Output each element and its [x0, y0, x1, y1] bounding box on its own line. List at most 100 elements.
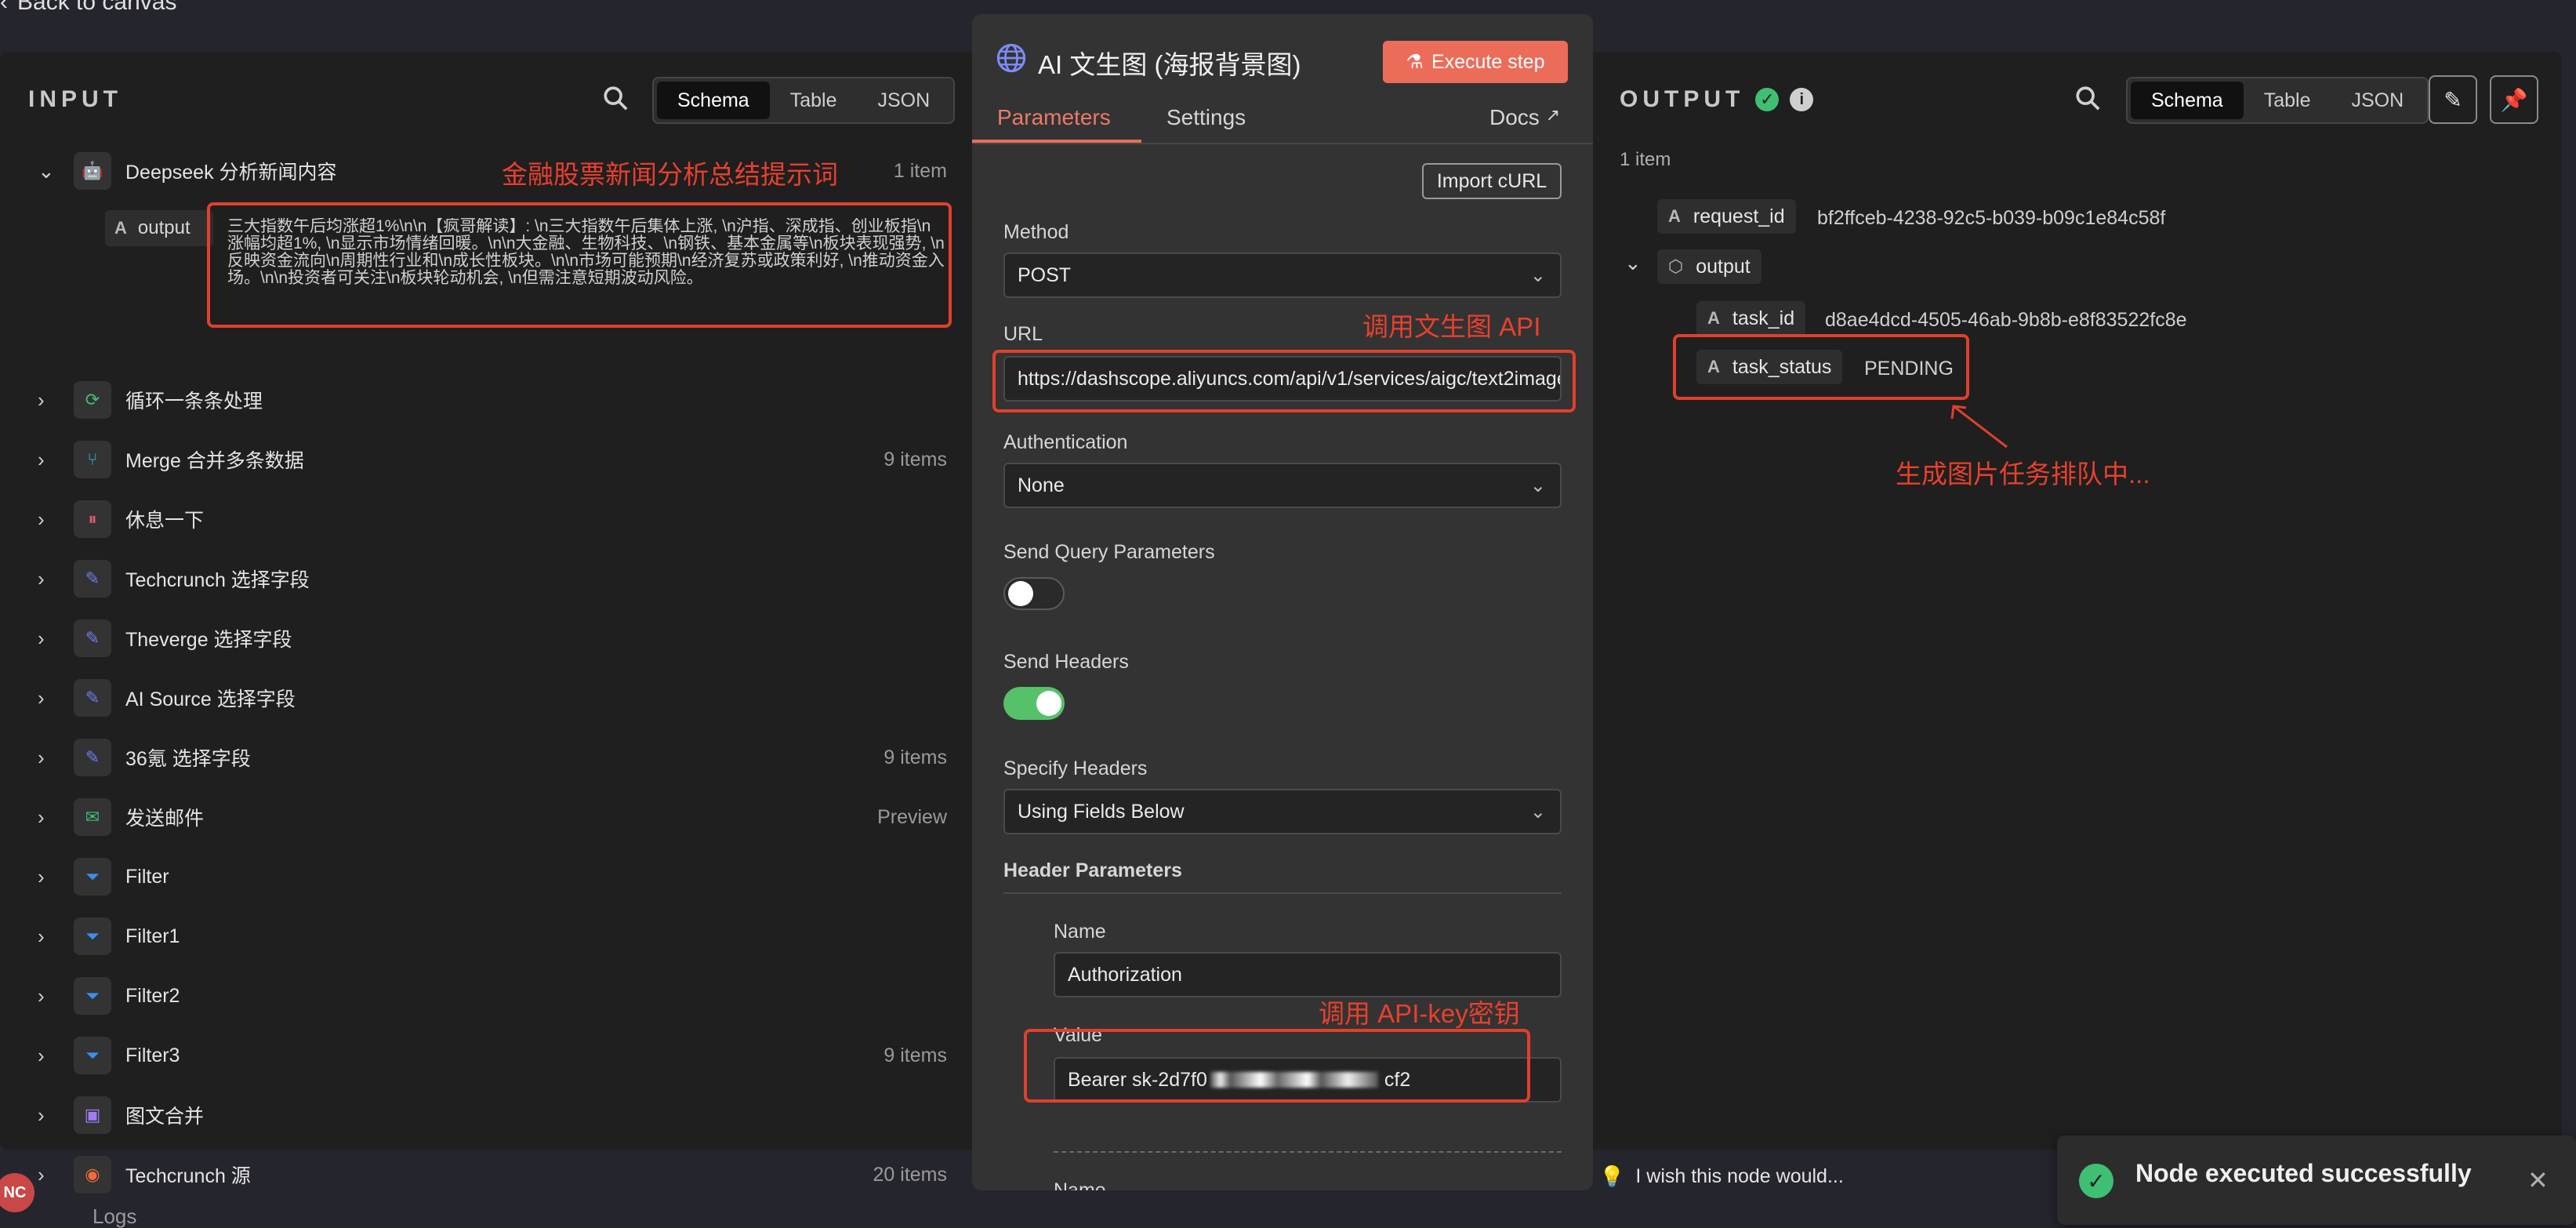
chevron-right-icon[interactable]: › [38, 805, 64, 830]
output-view-toggle: Schema Table JSON [2126, 77, 2429, 124]
task-id-value: d8ae4dcd-4505-46ab-9b8b-e8f83522fc8e [1825, 309, 2187, 331]
close-icon[interactable]: ✕ [2527, 1165, 2549, 1195]
method-select[interactable]: POST ⌄ [1003, 253, 1562, 298]
search-icon[interactable] [2074, 85, 2101, 111]
input-view-json[interactable]: JSON [857, 82, 950, 119]
logs-label[interactable]: Logs [93, 1204, 136, 1228]
chevron-right-icon[interactable]: › [38, 1103, 64, 1128]
arrow-left-icon: ‹ [0, 0, 8, 15]
annotation-api-note: 调用文生图 API [1362, 312, 1541, 341]
output-item-count: 1 item [1620, 149, 1671, 170]
node-label: 36氪 选择字段 [125, 748, 251, 770]
authentication-select[interactable]: None ⌄ [1003, 463, 1562, 508]
send-headers-label: Send Headers [1003, 651, 1129, 673]
input-view-schema[interactable]: Schema [657, 82, 770, 119]
input-node-item[interactable]: › ✎ Techcrunch 选择字段 [38, 555, 947, 602]
chevron-down-icon: ⌄ [1529, 801, 1546, 823]
key-chip-task-id[interactable]: A task_id [1696, 301, 1806, 336]
key-chip-output[interactable]: ⬡ output [1657, 249, 1761, 284]
key-name: task_id [1732, 307, 1795, 329]
tab-parameters[interactable]: Parameters [997, 105, 1111, 130]
input-node-item[interactable]: › ✎ AI Source 选择字段 [38, 674, 947, 721]
method-label: Method [1003, 221, 1069, 243]
string-type-icon: A [1668, 206, 1681, 226]
header-name-label: Name [1054, 921, 1106, 943]
chevron-right-icon[interactable]: › [38, 448, 64, 472]
input-node-item[interactable]: › ▣ 图文合并 [38, 1092, 947, 1139]
chevron-down-icon: ⌄ [1529, 264, 1546, 286]
output-view-schema[interactable]: Schema [2131, 82, 2244, 119]
node-item-count: Preview [877, 805, 947, 828]
input-node-item[interactable]: › ⏷ Filter2 [38, 972, 947, 1019]
search-icon[interactable] [602, 85, 629, 111]
input-node-item[interactable]: › ✉ 发送邮件 Preview [38, 794, 947, 841]
key-chip-request-id[interactable]: A request_id [1657, 199, 1796, 234]
info-icon[interactable]: i [1790, 88, 1814, 111]
input-node-item[interactable]: › ⏷ Filter1 [38, 913, 947, 960]
chevron-right-icon[interactable]: › [38, 746, 64, 770]
toggle-knob [1008, 581, 1033, 606]
chevron-right-icon[interactable]: › [38, 1044, 64, 1068]
chevron-right-icon[interactable]: › [38, 686, 64, 710]
chevron-right-icon[interactable]: › [38, 1163, 64, 1187]
chevron-right-icon[interactable]: › [38, 984, 64, 1008]
node-label: 发送邮件 [125, 808, 205, 830]
dashed-divider [1054, 1151, 1562, 1153]
input-node-item[interactable]: › ✎ Theverge 选择字段 [38, 615, 947, 662]
chevron-right-icon[interactable]: › [38, 627, 64, 651]
input-node-item[interactable]: › ⏸ 休息一下 [38, 496, 947, 543]
chevron-right-icon[interactable]: › [38, 507, 64, 532]
toggle-knob [1036, 691, 1061, 716]
chevron-right-icon[interactable]: › [38, 865, 64, 889]
header-name-input[interactable]: Authorization [1054, 952, 1562, 997]
feedback-bar[interactable]: 💡 I wish this node would... [1599, 1156, 1844, 1197]
output-view-table[interactable]: Table [2244, 82, 2331, 119]
node-label: 循环一条条处理 [125, 391, 263, 412]
key-name: request_id [1693, 205, 1785, 227]
chevron-down-icon[interactable]: ⌄ [1624, 251, 1642, 275]
input-node-item[interactable]: › ◉ Techcrunch 源 20 items [38, 1151, 947, 1198]
string-type-icon: A [1707, 308, 1720, 328]
filter-icon: ⏷ [74, 917, 111, 955]
chevron-down-icon[interactable]: ⌄ [38, 159, 64, 183]
input-node-item[interactable]: › ⏷ Filter [38, 853, 947, 900]
chevron-right-icon[interactable]: › [38, 567, 64, 591]
edit-output-button[interactable]: ✎ [2429, 75, 2477, 124]
node-item-count: 9 items [883, 448, 947, 470]
input-view-table[interactable]: Table [770, 82, 858, 119]
flask-icon: ⚗ [1406, 51, 1424, 73]
input-node-item[interactable]: › ⟳ 循环一条条处理 [38, 376, 947, 423]
import-curl-button[interactable]: Import cURL [1422, 163, 1562, 199]
execute-label: Execute step [1431, 50, 1545, 73]
node-label: Merge 合并多条数据 [125, 450, 304, 472]
input-node-item[interactable]: › ✎ 36氪 选择字段 9 items [38, 734, 947, 781]
send-headers-toggle[interactable] [1003, 687, 1065, 720]
tabs-divider [972, 143, 1593, 144]
node-item-count: 1 item [893, 159, 947, 182]
tab-settings[interactable]: Settings [1166, 105, 1246, 130]
execute-step-button[interactable]: ⚗ Execute step [1383, 41, 1568, 83]
lightbulb-icon: 💡 [1599, 1164, 1625, 1188]
chevron-down-icon: ⌄ [1529, 474, 1546, 496]
back-to-canvas-link[interactable]: ‹ Back to canvas [0, 0, 176, 16]
field-chip-output[interactable]: A output [105, 210, 213, 246]
success-check-icon: ✓ [1755, 88, 1780, 111]
input-node-item[interactable]: › ⑂ Merge 合并多条数据 9 items [38, 436, 947, 483]
chevron-right-icon[interactable]: › [38, 925, 64, 949]
docs-link[interactable]: Docs ↗ [1489, 105, 1560, 130]
pause-icon: ⏸ [74, 500, 111, 538]
input-title: INPUT [28, 86, 122, 112]
loop-icon: ⟳ [74, 381, 111, 419]
specify-headers-select[interactable]: Using Fields Below ⌄ [1003, 789, 1562, 834]
output-title: OUTPUT [1620, 86, 1745, 112]
field-name: output [137, 217, 190, 238]
send-query-toggle[interactable] [1003, 577, 1065, 610]
pencil-icon: ✎ [74, 619, 111, 657]
node-title[interactable]: AI 文生图 (海报背景图) [1038, 44, 1301, 82]
output-view-json[interactable]: JSON [2331, 82, 2424, 119]
chevron-right-icon[interactable]: › [38, 388, 64, 412]
input-node-item[interactable]: › ⏷ Filter3 9 items [38, 1032, 947, 1079]
external-link-icon: ↗ [1545, 105, 1561, 125]
pin-data-button[interactable]: 📌 [2490, 75, 2538, 124]
feedback-text: I wish this node would... [1635, 1164, 1844, 1187]
